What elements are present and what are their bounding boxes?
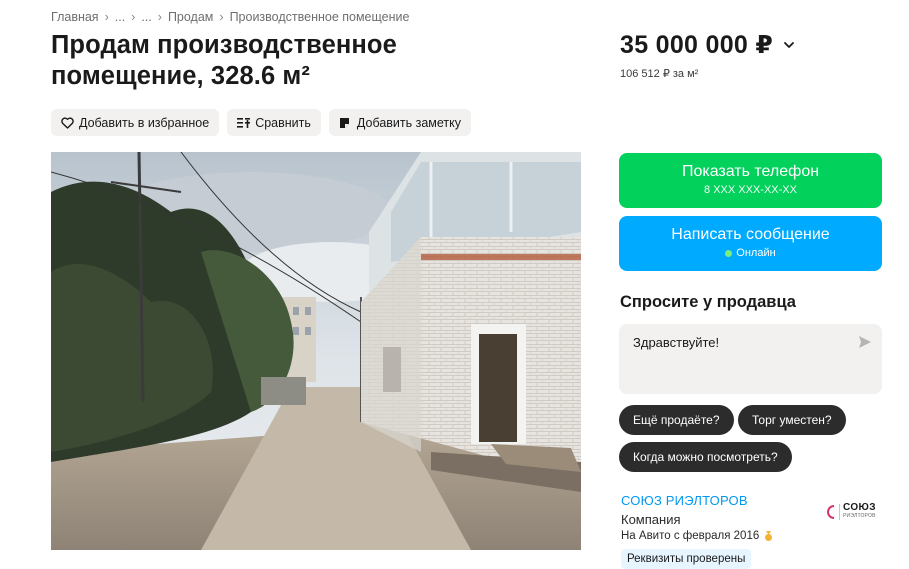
breadcrumb-item[interactable]: Производственное помещение — [230, 10, 410, 24]
seller-logo[interactable]: СОЮЗ РИЭЛТОРОВ — [826, 501, 882, 523]
write-message-label: Написать сообщение — [671, 226, 830, 243]
quick-reply-bargain[interactable]: Торг уместен? — [738, 405, 846, 435]
note-icon — [338, 116, 352, 130]
logo-mark-icon — [827, 505, 835, 519]
online-dot-icon — [725, 249, 733, 257]
seller-since: На Авито с февраля 2016 — [621, 530, 774, 542]
heart-icon — [60, 116, 74, 130]
message-input-value[interactable]: Здравствуйте! — [633, 335, 719, 350]
price-per-meter: 106 512 ₽ за м² — [620, 68, 699, 80]
breadcrumb-home[interactable]: Главная — [51, 10, 99, 24]
add-favorite-label: Добавить в избранное — [79, 115, 210, 130]
breadcrumb-item[interactable]: Продам — [168, 10, 213, 24]
add-note-button[interactable]: Добавить заметку — [328, 109, 472, 136]
seller-since-label: На Авито с февраля 2016 — [621, 530, 760, 542]
seller-type: Компания — [621, 512, 681, 527]
logo-divider — [839, 504, 840, 520]
page-title: Продам производственное помещение, 328.6… — [51, 31, 397, 90]
medal-icon — [763, 530, 774, 542]
quick-reply-when-view[interactable]: Когда можно посмотреть? — [619, 442, 792, 472]
show-phone-button[interactable]: Показать телефон 8 XXX XXX-XX-XX — [619, 153, 882, 208]
quick-reply-still-selling[interactable]: Ещё продаёте? — [619, 405, 734, 435]
message-input[interactable]: Здравствуйте! — [619, 324, 882, 394]
price-row: 35 000 000 ₽ — [620, 30, 795, 60]
online-status: Онлайн — [619, 247, 882, 259]
breadcrumb-item[interactable]: ... — [141, 10, 151, 24]
chevron-right-icon: › — [219, 10, 224, 24]
verified-badge: Реквизиты проверены — [621, 549, 752, 569]
compare-icon — [236, 116, 250, 130]
compare-label: Сравнить — [255, 115, 311, 130]
logo-text-main: СОЮЗ — [843, 502, 876, 513]
seller-name-link[interactable]: СОЮЗ РИЭЛТОРОВ — [621, 493, 748, 508]
online-status-label: Онлайн — [736, 247, 776, 259]
breadcrumb: Главная › ... › ... › Продам › Производствен… — [51, 10, 409, 24]
phone-masked: 8 XXX XXX-XX-XX — [704, 184, 797, 196]
show-phone-label: Показать телефон — [681, 163, 820, 180]
ask-seller-title: Спросите у продавца — [620, 293, 796, 311]
price-value: 35 000 000 ₽ — [620, 31, 774, 59]
listing-photo[interactable] — [51, 152, 581, 550]
breadcrumb-item[interactable]: ... — [115, 10, 125, 24]
building-photo-image — [51, 152, 581, 550]
compare-button[interactable]: Сравнить — [227, 109, 321, 136]
logo-text: СОЮЗ РИЭЛТОРОВ — [843, 502, 876, 520]
chevron-right-icon: › — [131, 10, 136, 24]
add-note-label: Добавить заметку — [356, 115, 462, 130]
chevron-right-icon: › — [104, 10, 109, 24]
send-icon[interactable] — [858, 335, 872, 349]
logo-text-sub: РИЭЛТОРОВ — [843, 513, 876, 519]
add-favorite-button[interactable]: Добавить в избранное — [51, 109, 220, 136]
write-message-button[interactable]: Написать сообщение Онлайн — [619, 216, 882, 271]
chevron-down-icon[interactable] — [783, 39, 795, 51]
listing-actions: Добавить в избранное Сравнить Добавить з… — [51, 109, 472, 136]
chevron-right-icon: › — [157, 10, 162, 24]
